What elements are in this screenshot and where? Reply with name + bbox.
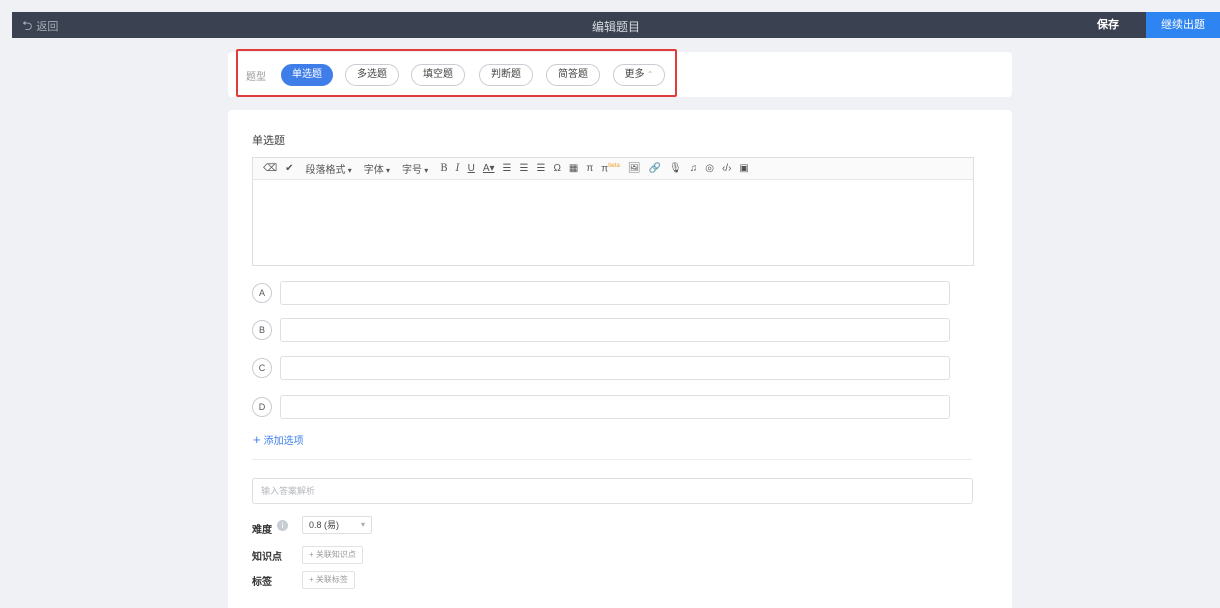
audio-icon[interactable]: 🎙 — [665, 163, 686, 174]
back-button[interactable]: ⮌ 返回 — [22, 18, 58, 34]
link-tag-button[interactable]: + 关联标签 — [302, 571, 355, 589]
info-icon[interactable]: i — [277, 520, 288, 531]
plus-icon: + — [253, 432, 261, 447]
formula-icon[interactable]: π — [582, 163, 597, 174]
difficulty-label: 难度 — [252, 525, 272, 536]
type-multiple-choice[interactable]: 多选题 — [345, 64, 399, 86]
editor-toolbar: ⌫ ✔ 段落格式 字体 字号 B I U A▾ ☰ ☰ ☰ Ω ▦ π πbet… — [253, 158, 973, 180]
formula-beta-icon[interactable]: πbeta — [597, 163, 624, 174]
tag-label: 标签 — [252, 577, 272, 588]
plus-icon: + — [309, 550, 316, 559]
embed-icon[interactable]: ▣ — [735, 163, 752, 174]
save-button[interactable]: 保存 — [1088, 12, 1128, 38]
align-right-icon[interactable]: ☰ — [532, 163, 549, 174]
chevron-down-icon: ▾ — [360, 520, 365, 529]
eraser-icon[interactable]: ⌫ — [259, 163, 281, 174]
format-brush-icon[interactable]: ✔ — [281, 163, 297, 174]
continue-button[interactable]: 继续出题 — [1146, 12, 1220, 38]
option-b-marker[interactable]: B — [252, 320, 272, 340]
option-c-input[interactable] — [280, 356, 950, 380]
underline-icon[interactable]: U — [464, 163, 479, 174]
more-label: 更多 — [624, 69, 645, 80]
link-icon[interactable]: 🔗 — [645, 163, 665, 174]
option-d-input[interactable] — [280, 395, 950, 419]
font-size-dropdown[interactable]: 字号 — [398, 161, 432, 176]
difficulty-select[interactable]: 0.8 (易) ▾ — [302, 516, 372, 534]
option-a-input[interactable] — [280, 281, 950, 305]
option-a-marker[interactable]: A — [252, 283, 272, 303]
add-option-button[interactable]: + 添加选项 — [253, 432, 304, 447]
link-knowledge-label: 关联知识点 — [315, 550, 356, 559]
type-more-dropdown[interactable]: 更多 ⌃ — [613, 64, 665, 86]
divider — [252, 459, 972, 460]
option-b-input[interactable] — [280, 318, 950, 342]
camera-icon[interactable]: ◎ — [701, 163, 718, 174]
difficulty-value: 0.8 (易) — [309, 520, 340, 530]
question-type-label: 题型 — [246, 72, 266, 83]
top-bar: ⮌ 返回 编辑题目 保存 继续出题 — [12, 12, 1220, 38]
add-option-label: 添加选项 — [263, 436, 304, 447]
bold-icon[interactable]: B — [436, 163, 451, 174]
knowledge-label: 知识点 — [252, 552, 282, 563]
italic-icon[interactable]: I — [452, 163, 464, 174]
font-dropdown[interactable]: 字体 — [360, 161, 394, 176]
page-title: 编辑题目 — [591, 20, 640, 34]
code-icon[interactable]: ‹/› — [718, 163, 735, 174]
type-single-choice[interactable]: 单选题 — [281, 64, 333, 86]
answer-analysis-input[interactable]: 输入答案解析 — [252, 478, 973, 504]
question-editor[interactable]: ⌫ ✔ 段落格式 字体 字号 B I U A▾ ☰ ☰ ☰ Ω ▦ π πbet… — [252, 157, 974, 266]
font-color-icon[interactable]: A▾ — [479, 163, 499, 174]
link-knowledge-button[interactable]: + 关联知识点 — [302, 546, 363, 564]
align-left-icon[interactable]: ☰ — [499, 163, 516, 174]
plus-icon: + — [309, 575, 316, 584]
type-true-false[interactable]: 判断题 — [479, 64, 533, 86]
type-fill-blank[interactable]: 填空题 — [411, 64, 465, 86]
option-c-marker[interactable]: C — [252, 358, 272, 378]
image-icon[interactable]: 🖼 — [624, 163, 645, 174]
type-short-answer[interactable]: 简答题 — [546, 64, 600, 86]
back-arrow-icon: ⮌ — [22, 18, 33, 33]
paragraph-format-dropdown[interactable]: 段落格式 — [302, 161, 356, 176]
link-tag-label: 关联标签 — [315, 575, 348, 584]
back-label: 返回 — [36, 21, 59, 33]
section-title: 单选题 — [252, 135, 285, 147]
table-icon[interactable]: ▦ — [565, 163, 582, 174]
music-icon[interactable]: ♫ — [686, 163, 702, 174]
align-center-icon[interactable]: ☰ — [516, 163, 533, 174]
option-d-marker[interactable]: D — [252, 397, 272, 417]
special-char-icon[interactable]: Ω — [549, 163, 564, 174]
chevron-up-icon: ⌃ — [644, 70, 654, 79]
